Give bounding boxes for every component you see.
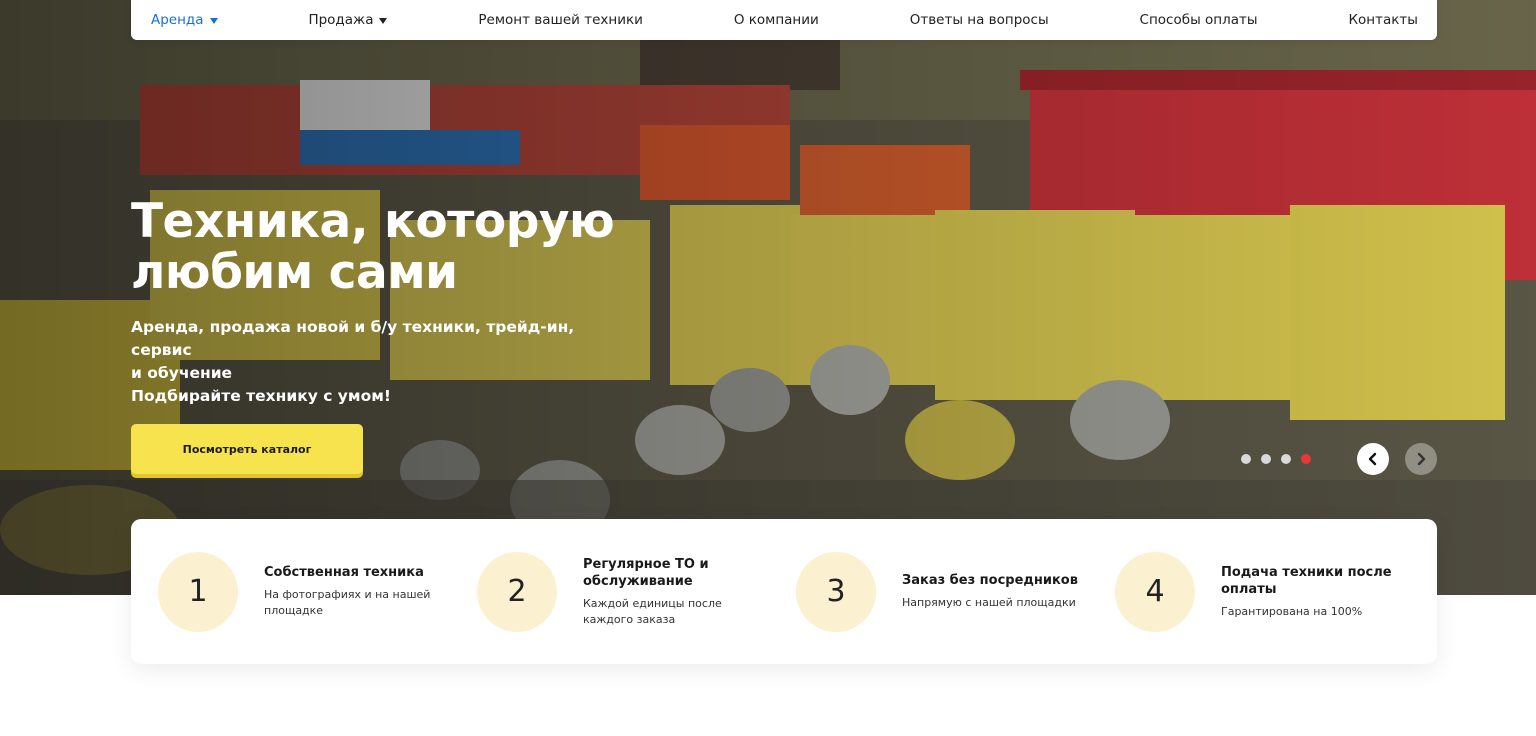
- nav-item-payment[interactable]: Способы оплаты: [1140, 12, 1258, 28]
- hero-title: Техника, которую любим сами: [131, 196, 691, 298]
- hero-title-line-1: Техника, которую: [131, 194, 615, 249]
- nav-item-repair[interactable]: Ремонт вашей техники: [478, 12, 643, 28]
- nav-item-label: Ответы на вопросы: [909, 12, 1049, 28]
- nav-item-label: О компании: [733, 12, 819, 28]
- feature-description: Гарантирована на 100%: [1221, 604, 1363, 618]
- nav-item-label: Продажа: [308, 12, 374, 28]
- nav-item-label: Способы оплаты: [1139, 12, 1258, 28]
- feature-title: Собственная техника: [264, 565, 424, 580]
- features-panel: 1 Собственная техника На фотографиях и н…: [131, 519, 1437, 664]
- feature-title: Регулярное ТО и обслуживание: [583, 556, 709, 589]
- feature-number-badge: 1: [158, 551, 238, 632]
- hero-subtitle-line-3: Подбирайте технику с умом!: [131, 387, 391, 405]
- slider-dot-2[interactable]: [1261, 454, 1271, 464]
- feature-item: 2 Регулярное ТО и обслуживание Каждой ед…: [477, 551, 796, 632]
- hero-subtitle-line-1: Аренда, продажа новой и б/у техники, тре…: [131, 318, 575, 359]
- feature-number-badge: 4: [1115, 551, 1195, 632]
- hero-subtitle: Аренда, продажа новой и б/у техники, тре…: [131, 316, 621, 408]
- slider-dots: [1241, 454, 1311, 464]
- feature-description: Каждой единицы после каждого заказа: [583, 596, 722, 626]
- view-catalog-button[interactable]: Посмотреть каталог: [131, 424, 363, 474]
- nav-item-sale[interactable]: Продажа: [308, 12, 388, 28]
- slider-dot-1[interactable]: [1241, 454, 1251, 464]
- hero-title-line-2: любим сами: [131, 245, 458, 300]
- nav-item-label: Ремонт вашей техники: [478, 12, 643, 28]
- feature-number-badge: 2: [477, 551, 557, 632]
- feature-item: 1 Собственная техника На фотографиях и н…: [158, 551, 477, 632]
- top-navigation: Аренда Продажа Ремонт вашей техники О ко…: [131, 0, 1437, 40]
- nav-item-contacts[interactable]: Контакты: [1348, 12, 1417, 28]
- slider-dot-4[interactable]: [1301, 454, 1311, 464]
- feature-description: Напрямую с нашей площадки: [902, 596, 1076, 609]
- feature-item: 3 Заказ без посредников Напрямую с нашей…: [796, 551, 1115, 632]
- hero-subtitle-line-2: и обучение: [131, 364, 233, 382]
- hero-section: Техника, которую любим сами Аренда, прод…: [0, 0, 1536, 595]
- chevron-left-icon: [1368, 452, 1377, 466]
- slider-dot-3[interactable]: [1281, 454, 1291, 464]
- nav-item-label: Контакты: [1348, 12, 1418, 28]
- feature-item: 4 Подача техники после оплаты Гарантиров…: [1115, 551, 1434, 632]
- feature-title: Заказ без посредников: [902, 573, 1078, 588]
- feature-title: Подача техники после оплаты: [1221, 564, 1392, 597]
- chevron-right-icon: [1417, 452, 1426, 466]
- nav-item-faq[interactable]: Ответы на вопросы: [910, 12, 1049, 28]
- feature-number-badge: 3: [796, 551, 876, 632]
- slider-prev-button[interactable]: [1357, 443, 1389, 475]
- caret-down-icon: [379, 17, 388, 24]
- nav-item-rent[interactable]: Аренда: [151, 12, 218, 28]
- nav-item-label: Аренда: [151, 12, 204, 28]
- slider-next-button[interactable]: [1405, 443, 1437, 475]
- nav-item-about[interactable]: О компании: [734, 12, 819, 28]
- feature-description: На фотографиях и на нашей площадке: [264, 588, 431, 617]
- caret-down-icon: [209, 17, 218, 24]
